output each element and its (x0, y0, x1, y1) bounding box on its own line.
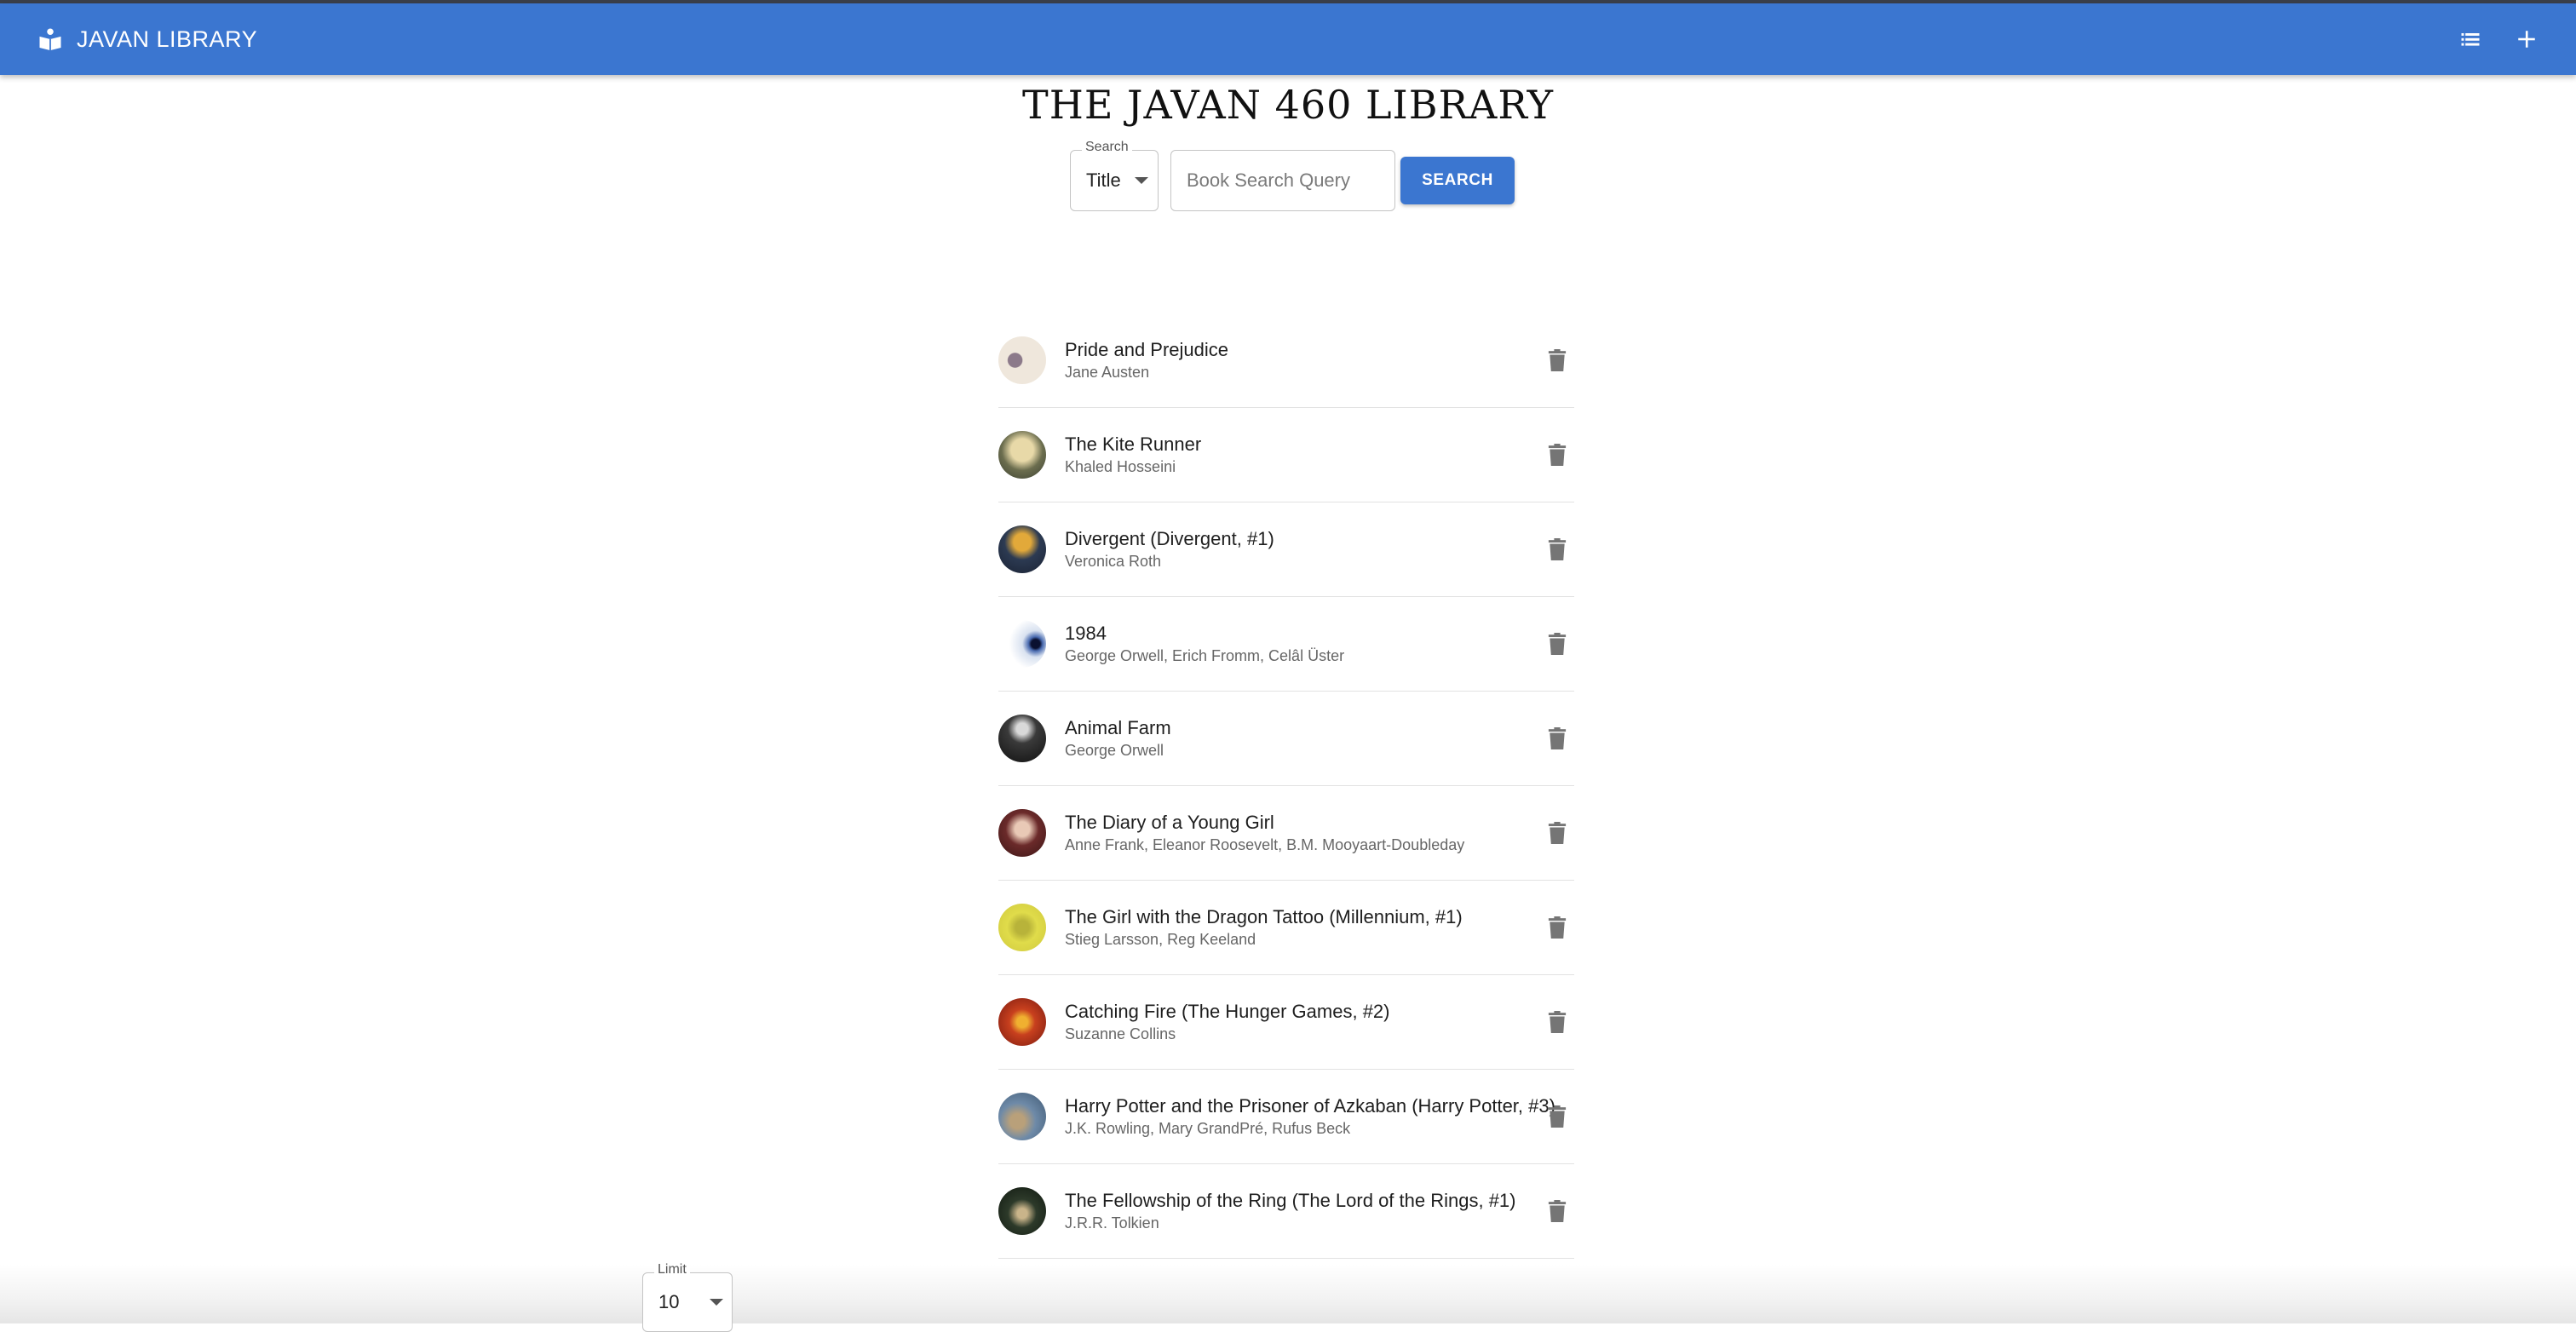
book-title: Pride and Prejudice (1065, 339, 1229, 360)
book-author: Suzanne Collins (1065, 1025, 1176, 1042)
search-field-select[interactable]: Title (1070, 150, 1159, 211)
book-author: Khaled Hosseini (1065, 458, 1176, 475)
delete-icon[interactable] (1540, 532, 1574, 566)
list-icon[interactable] (2453, 22, 2487, 56)
plus-icon[interactable] (2510, 22, 2544, 56)
book-title: 1984 (1065, 623, 1107, 644)
book-cover-thumbnail (998, 1093, 1046, 1140)
book-title: Catching Fire (The Hunger Games, #2) (1065, 1001, 1390, 1022)
bottom-shadow (0, 1264, 2576, 1323)
limit-control: 10 Limit (642, 1262, 733, 1332)
search-input[interactable] (1170, 150, 1395, 211)
delete-icon[interactable] (1540, 438, 1574, 472)
list-item[interactable]: The Kite Runner Khaled Hosseini (998, 408, 1574, 502)
book-cover-thumbnail (998, 525, 1046, 573)
app-bar: JAVAN LIBRARY (0, 3, 2576, 75)
book-title: The Diary of a Young Girl (1065, 812, 1274, 833)
book-title: Divergent (Divergent, #1) (1065, 528, 1274, 549)
chevron-down-icon (710, 1299, 724, 1306)
book-author: Anne Frank, Eleanor Roosevelt, B.M. Mooy… (1065, 836, 1465, 853)
book-author: J.K. Rowling, Mary GrandPré, Rufus Beck (1065, 1120, 1351, 1137)
book-title: Harry Potter and the Prisoner of Azkaban… (1065, 1095, 1555, 1117)
book-reader-icon (36, 25, 65, 54)
appbar-actions (2453, 3, 2544, 75)
list-item[interactable]: 1984 George Orwell, Erich Fromm, Celâl Ü… (998, 597, 1574, 692)
search-field-label: Search (1082, 140, 1132, 155)
search-button[interactable]: SEARCH (1400, 157, 1515, 204)
book-author: Veronica Roth (1065, 553, 1162, 570)
book-cover-thumbnail (998, 1187, 1046, 1235)
chevron-down-icon (1134, 177, 1148, 184)
delete-icon[interactable] (1540, 1005, 1574, 1039)
limit-value: 10 (658, 1291, 680, 1312)
app-title: JAVAN LIBRARY (77, 26, 258, 52)
delete-icon[interactable] (1540, 816, 1574, 850)
book-author: J.R.R. Tolkien (1065, 1214, 1159, 1232)
book-cover-thumbnail (998, 336, 1046, 384)
brand[interactable]: JAVAN LIBRARY (36, 3, 257, 75)
book-title: Animal Farm (1065, 717, 1171, 738)
delete-icon[interactable] (1540, 1099, 1574, 1134)
list-item[interactable]: The Diary of a Young Girl Anne Frank, El… (998, 786, 1574, 881)
delete-icon[interactable] (1540, 1194, 1574, 1228)
book-author: George Orwell, Erich Fromm, Celâl Üster (1065, 647, 1345, 664)
book-title: The Fellowship of the Ring (The Lord of … (1065, 1190, 1516, 1211)
book-cover-thumbnail (998, 809, 1046, 857)
page-title: THE JAVAN 460 LIBRARY (1022, 82, 1554, 128)
list-item[interactable]: Animal Farm George Orwell (998, 692, 1574, 786)
limit-label: Limit (654, 1262, 690, 1277)
list-item[interactable]: The Girl with the Dragon Tattoo (Millenn… (998, 881, 1574, 975)
book-cover-thumbnail (998, 620, 1046, 668)
delete-icon[interactable] (1540, 627, 1574, 661)
book-title: The Kite Runner (1065, 433, 1202, 455)
list-item[interactable]: Catching Fire (The Hunger Games, #2) Suz… (998, 975, 1574, 1070)
list-item[interactable]: Harry Potter and the Prisoner of Azkaban… (998, 1070, 1574, 1164)
delete-icon[interactable] (1540, 910, 1574, 944)
list-item[interactable]: The Fellowship of the Ring (The Lord of … (998, 1164, 1574, 1259)
delete-icon[interactable] (1540, 721, 1574, 755)
list-item[interactable]: Divergent (Divergent, #1) Veronica Roth (998, 502, 1574, 597)
book-cover-thumbnail (998, 715, 1046, 762)
book-cover-thumbnail (998, 431, 1046, 479)
book-list: Pride and Prejudice Jane Austen The Kite… (998, 313, 1574, 1259)
delete-icon[interactable] (1540, 343, 1574, 377)
list-item[interactable]: Pride and Prejudice Jane Austen (998, 313, 1574, 408)
book-cover-thumbnail (998, 904, 1046, 951)
book-author: Stieg Larsson, Reg Keeland (1065, 931, 1256, 948)
book-author: George Orwell (1065, 742, 1164, 759)
book-cover-thumbnail (998, 998, 1046, 1046)
book-author: Jane Austen (1065, 364, 1150, 381)
search-field-value: Title (1086, 169, 1121, 191)
book-title: The Girl with the Dragon Tattoo (Millenn… (1065, 906, 1463, 927)
